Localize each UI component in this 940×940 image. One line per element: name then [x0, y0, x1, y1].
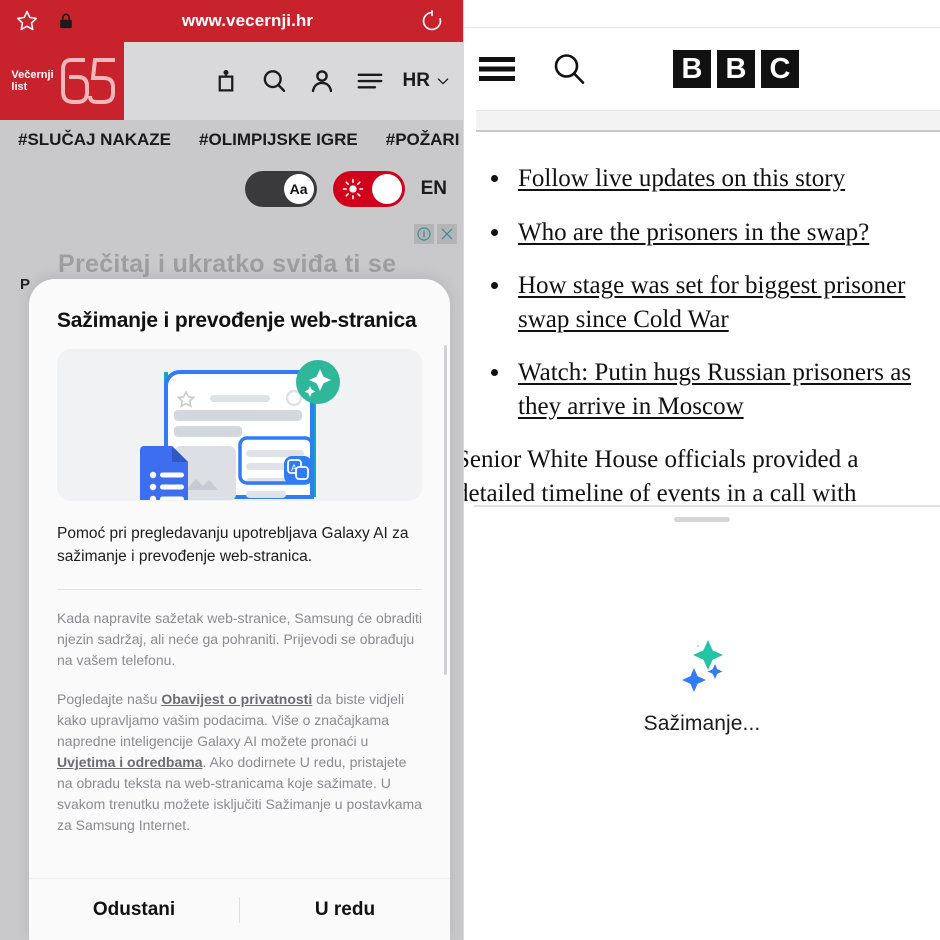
- list-item: Who are the prisoners in the swap?: [512, 216, 940, 250]
- ai-sparkle-icon: [682, 640, 723, 692]
- logo-line-2: list: [11, 81, 28, 93]
- ok-button[interactable]: U redu: [240, 879, 450, 940]
- bbc-nav-strip: [476, 110, 940, 132]
- site-header-icons: HR: [124, 42, 463, 120]
- chevron-down-icon: [437, 78, 449, 85]
- list-item: Follow live updates on this story: [512, 162, 940, 196]
- summarize-bottom-sheet: Sažimanje...: [464, 507, 940, 940]
- search-icon[interactable]: [259, 66, 289, 96]
- paragraph2-text-part1: Pogledajte našu: [57, 690, 162, 707]
- brightness-toggle-knob: [371, 174, 402, 204]
- hashtag-bar: #SLUČAJ NAKAZE #OLIMPIJSKE IGRE #POŽARI …: [0, 120, 463, 160]
- ai-summarize-illustration: A: [139, 360, 340, 500]
- vecernji-list-logo[interactable]: Večernji list: [0, 42, 124, 120]
- article-line-1: Senior White House officials provided a: [463, 446, 859, 473]
- list-item: How stage was set for biggest prisoner s…: [512, 269, 940, 336]
- hashtag-item[interactable]: #POŽARI U DA: [386, 130, 463, 150]
- ad-info-button[interactable]: [414, 224, 434, 244]
- related-link[interactable]: Follow live updates on this story: [518, 165, 845, 192]
- drag-handle[interactable]: [674, 517, 730, 522]
- logo-65-mark: [60, 58, 115, 104]
- dialog-paragraph-1: Kada napravite sažetak web-stranice, Sam…: [57, 609, 422, 668]
- brightness-toggle[interactable]: [332, 171, 405, 207]
- star-icon[interactable]: [14, 8, 40, 34]
- dialog-paragraph-2: Pogledajte našu Obavijest o privatnosti …: [29, 671, 450, 836]
- dialog-title: Sažimanje i prevođenje web-stranica: [57, 309, 417, 332]
- page-headline-ghost: Prečitaj i ukratko sviđa ti se: [58, 250, 397, 278]
- dialog-lead-text: Pomoć pri pregledavanju upotrebljava Gal…: [57, 525, 409, 565]
- dialog-illustration: A: [57, 349, 422, 501]
- bookmark-icon[interactable]: [211, 66, 241, 96]
- bbc-logo-letter: B: [717, 50, 755, 88]
- related-link[interactable]: Watch: Putin hugs Russian prisoners as t…: [518, 359, 911, 420]
- terms-and-conditions-link[interactable]: Uvjetima i odredbama: [57, 754, 203, 770]
- logo-line-1: Večernji: [11, 69, 54, 81]
- font-size-toggle[interactable]: Aa: [244, 171, 317, 207]
- bbc-article-paragraph: Senior White House officials provided a …: [463, 443, 940, 511]
- menu-icon[interactable]: [355, 66, 385, 96]
- dialog-spacer: [29, 836, 450, 878]
- bbc-related-links-list: Follow live updates on this story Who ar…: [464, 132, 940, 423]
- bbc-logo[interactable]: B B C: [673, 50, 799, 88]
- account-icon[interactable]: [307, 66, 337, 96]
- language-label: HR: [402, 70, 430, 91]
- reader-language-label[interactable]: EN: [421, 178, 447, 200]
- browser-url-bar: www.vecernji.hr: [0, 0, 463, 42]
- hashtag-item[interactable]: #SLUČAJ NAKAZE: [18, 130, 185, 150]
- info-icon: [417, 227, 431, 241]
- dialog-scrollbar[interactable]: [444, 345, 447, 675]
- privacy-notice-link[interactable]: Obavijest o privatnosti: [161, 691, 312, 707]
- site-header: Večernji list HR: [0, 42, 463, 120]
- bbc-top-strip: [464, 0, 940, 28]
- bbc-logo-letter: B: [673, 50, 711, 88]
- hashtag-item[interactable]: #OLIMPIJSKE IGRE: [199, 130, 372, 150]
- hamburger-menu-icon[interactable]: [479, 56, 515, 82]
- summarize-loading-state: Sažimanje...: [464, 632, 940, 736]
- loading-label: Sažimanje...: [643, 712, 761, 735]
- list-item: Watch: Putin hugs Russian prisoners as t…: [512, 356, 940, 423]
- cancel-button[interactable]: Odustani: [29, 879, 239, 940]
- sun-icon: [342, 178, 363, 200]
- bbc-logo-letter: C: [761, 50, 799, 88]
- bbc-header: B B C: [464, 28, 940, 110]
- close-icon: [441, 228, 453, 240]
- screenshot-root: www.vecernji.hr Večernji list HR #SLUČAJ…: [0, 0, 940, 940]
- search-icon[interactable]: [551, 51, 587, 87]
- right-phone-panel: B B C Follow live updates on this story …: [463, 0, 940, 940]
- reload-icon[interactable]: [419, 8, 445, 34]
- ad-close-button[interactable]: [437, 224, 457, 244]
- page-text-fragment: P: [20, 276, 31, 293]
- summarize-consent-dialog: Sažimanje i prevođenje web-stranica A Po…: [29, 279, 450, 940]
- logo-wordmark: Večernji list: [11, 69, 53, 93]
- related-link[interactable]: Who are the prisoners in the swap?: [518, 219, 869, 246]
- related-link[interactable]: How stage was set for biggest prisoner s…: [518, 272, 905, 333]
- left-phone-panel: www.vecernji.hr Večernji list HR #SLUČAJ…: [0, 0, 463, 940]
- ad-controls: [414, 224, 457, 244]
- font-toggle-knob: Aa: [283, 174, 314, 204]
- language-picker[interactable]: HR: [403, 70, 451, 92]
- reader-toolbar: Aa EN: [0, 160, 463, 218]
- url-text[interactable]: www.vecernji.hr: [76, 11, 419, 31]
- dialog-action-row: Odustani U redu: [29, 878, 450, 940]
- lock-icon[interactable]: [56, 10, 76, 32]
